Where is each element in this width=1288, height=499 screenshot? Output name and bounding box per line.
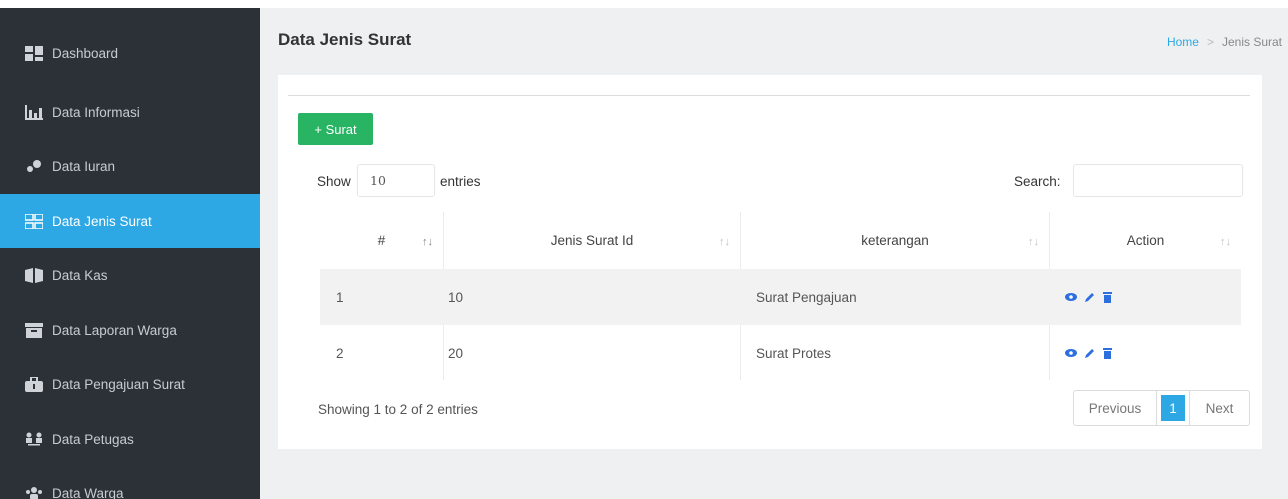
card-divider	[288, 95, 1250, 96]
next-page-button[interactable]: Next	[1189, 391, 1249, 425]
cell-actions	[1065, 325, 1113, 381]
cell-jenis-surat-id: 20	[448, 345, 464, 361]
coins-icon	[24, 158, 44, 174]
sidebar: Dashboard Data Informasi Data Iuran Data…	[0, 8, 260, 499]
archive-icon	[24, 322, 44, 338]
edit-icon[interactable]	[1083, 291, 1095, 303]
cell-actions	[1065, 269, 1113, 325]
column-header-action[interactable]: Action ↑↓	[1050, 212, 1241, 269]
pagination: Previous 1 Next	[1073, 390, 1250, 426]
search-input[interactable]	[1073, 164, 1243, 197]
people-arrows-icon	[24, 431, 44, 447]
sidebar-item-label: Data Informasi	[52, 104, 140, 120]
table-card: + Surat Show 10 entries Search: # ↑↓ Jen…	[278, 75, 1262, 449]
column-header-keterangan[interactable]: keterangan ↑↓	[741, 212, 1049, 269]
dashboard-icon	[24, 45, 44, 61]
breadcrumb-separator: >	[1206, 35, 1214, 49]
sidebar-item-data-petugas[interactable]: Data Petugas	[0, 412, 260, 466]
previous-page-button[interactable]: Previous	[1074, 391, 1157, 425]
sidebar-item-data-kas[interactable]: Data Kas	[0, 248, 260, 302]
cell-number: 1	[336, 289, 344, 305]
table-row: 1 10 Surat Pengajuan	[320, 269, 1241, 325]
grid-icon	[24, 213, 44, 229]
sort-icon: ↑↓	[1220, 236, 1231, 248]
sidebar-item-data-iuran[interactable]: Data Iuran	[0, 139, 260, 193]
sidebar-item-data-jenis-surat[interactable]: Data Jenis Surat	[0, 194, 260, 248]
sidebar-item-label: Dashboard	[52, 45, 119, 61]
sidebar-item-data-laporan-warga[interactable]: Data Laporan Warga	[0, 303, 260, 357]
delete-icon[interactable]	[1101, 291, 1113, 303]
entries-label: entries	[440, 174, 481, 189]
search-label: Search:	[1014, 174, 1061, 189]
sidebar-item-data-pengajuan-surat[interactable]: Data Pengajuan Surat	[0, 357, 260, 411]
sort-icon: ↑↓	[1028, 236, 1039, 248]
sort-icon: ↑↓	[422, 236, 433, 248]
table-row: 2 20 Surat Protes	[320, 325, 1241, 381]
view-icon[interactable]	[1065, 347, 1077, 359]
entries-length-value: 10	[370, 173, 386, 188]
cell-keterangan: Surat Protes	[756, 345, 832, 361]
sidebar-item-label: Data Iuran	[52, 158, 116, 174]
content-header: Data Jenis Surat Home > Jenis Surat	[260, 8, 1288, 70]
sidebar-item-label: Data Kas	[52, 267, 108, 283]
cell-jenis-surat-id: 10	[448, 289, 464, 305]
breadcrumb: Home > Jenis Surat	[1167, 35, 1282, 49]
book-open-icon	[24, 267, 44, 283]
cell-number: 2	[336, 345, 344, 361]
cell-keterangan: Surat Pengajuan	[756, 289, 857, 305]
page-title: Data Jenis Surat	[278, 30, 412, 49]
column-header-label: Action	[1126, 233, 1165, 248]
add-surat-button[interactable]: + Surat	[298, 113, 373, 145]
sidebar-item-label: Data Jenis Surat	[52, 213, 152, 229]
show-label: Show	[317, 174, 351, 189]
column-header-jenis-surat-id[interactable]: Jenis Surat Id ↑↓	[444, 212, 740, 269]
breadcrumb-current: Jenis Surat	[1221, 35, 1282, 49]
column-header-label: Jenis Surat Id	[550, 233, 634, 248]
sidebar-item-data-informasi[interactable]: Data Informasi	[0, 85, 260, 139]
users-icon	[24, 485, 44, 499]
top-strip	[0, 0, 1288, 8]
entries-length-select[interactable]: 10	[357, 164, 435, 197]
sort-icon: ↑↓	[719, 236, 730, 248]
column-header-number[interactable]: # ↑↓	[320, 212, 443, 269]
bar-chart-icon	[24, 104, 44, 120]
sidebar-item-dashboard[interactable]: Dashboard	[0, 26, 260, 80]
sidebar-item-data-warga[interactable]: Data Warga	[0, 466, 260, 499]
toolbox-icon	[24, 376, 44, 392]
sidebar-item-label: Data Laporan Warga	[52, 322, 177, 338]
edit-icon[interactable]	[1083, 347, 1095, 359]
column-header-label: keterangan	[861, 233, 929, 248]
view-icon[interactable]	[1065, 291, 1077, 303]
breadcrumb-home-link[interactable]: Home	[1167, 35, 1199, 49]
delete-icon[interactable]	[1101, 347, 1113, 359]
sidebar-item-label: Data Petugas	[52, 431, 134, 447]
column-header-label: #	[377, 233, 386, 248]
table-info: Showing 1 to 2 of 2 entries	[318, 402, 478, 417]
sidebar-item-label: Data Warga	[52, 485, 124, 499]
sidebar-item-label: Data Pengajuan Surat	[52, 376, 185, 392]
page-1-button[interactable]: 1	[1161, 395, 1185, 421]
